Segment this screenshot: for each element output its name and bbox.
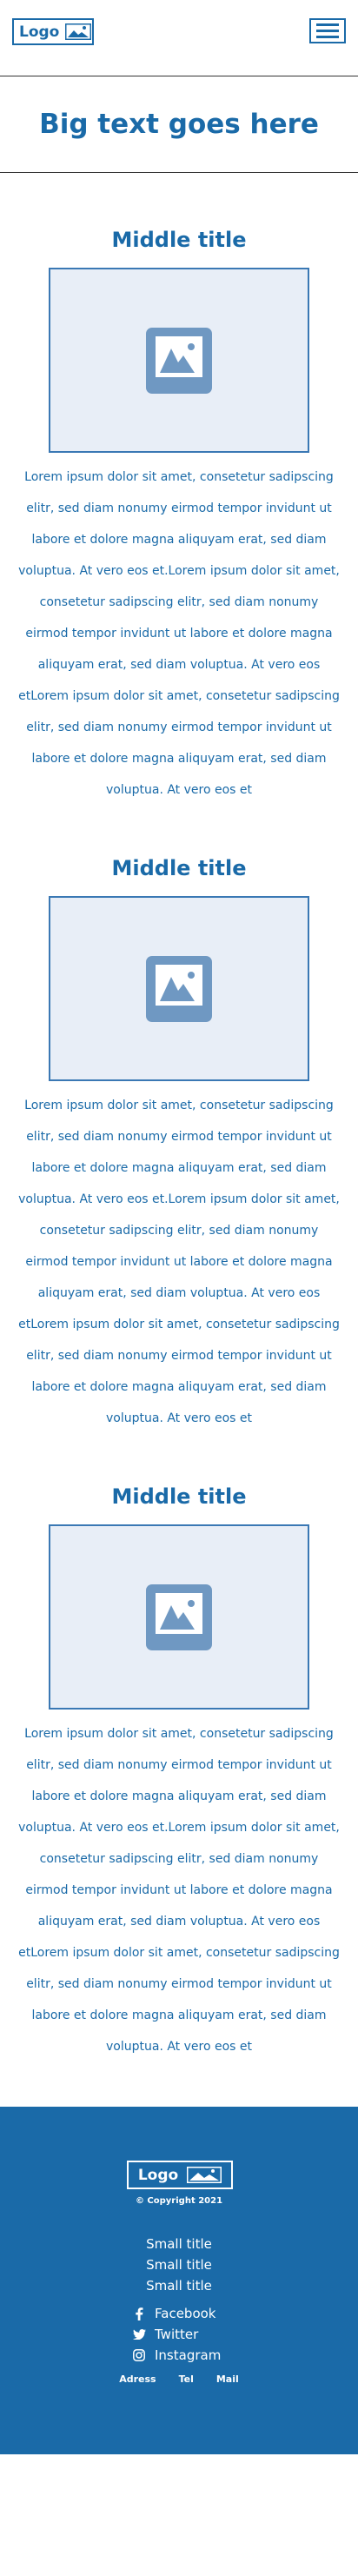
instagram-icon [132,2349,146,2361]
header-logo[interactable]: Logo [12,18,94,45]
footer-small-title[interactable]: Small title [0,2254,358,2275]
section-paragraph: Lorem ipsum dolor sit amet, consetetur s… [18,470,340,797]
copyright-text: © Copyright 2021 [135,2196,223,2206]
social-label: Facebook [155,2306,216,2321]
content-section-1: Middle title Lorem ipsum dolor sit amet,… [0,228,358,806]
social-link-instagram[interactable]: Instagram [132,2345,221,2366]
footer-logo-text: Logo [137,2166,179,2184]
social-label: Instagram [155,2347,222,2363]
twitter-icon [132,2329,146,2340]
facebook-icon [132,2307,146,2320]
social-label: Twitter [155,2327,199,2342]
section-title: Middle title [111,1484,247,1509]
footer-small-titles: Small title Small title Small title [0,2234,358,2296]
footer-link-tel[interactable]: Tel [179,2374,194,2385]
image-placeholder-icon [146,1583,212,1650]
hero-title: Big text goes here [39,109,319,140]
footer-logo[interactable]: Logo [127,2161,233,2189]
image-placeholder-icon [146,955,212,1022]
social-link-facebook[interactable]: Facebook [132,2303,221,2324]
content-section-2: Middle title Lorem ipsum dolor sit amet,… [0,856,358,1434]
hamburger-menu-icon[interactable] [309,18,346,43]
footer-link-mail[interactable]: Mail [216,2374,239,2385]
footer-small-title[interactable]: Small title [0,2275,358,2296]
footer: Logo © Copyright 2021 Small title Small … [0,2107,358,2454]
image-placeholder-icon [146,327,212,394]
logo-image-icon [187,2167,222,2183]
logo-image-icon [65,23,92,40]
section-title: Middle title [111,228,247,252]
section-image [49,896,309,1081]
logo-text: Logo [19,23,60,41]
section-image [49,268,309,453]
social-link-twitter[interactable]: Twitter [132,2324,221,2345]
section-title: Middle title [111,856,247,880]
hero-banner: Big text goes here [0,76,358,173]
content-section-3: Middle title Lorem ipsum dolor sit amet,… [0,1484,358,2062]
footer-bottom-links: Adress Tel Mail [0,2374,358,2385]
section-paragraph: Lorem ipsum dolor sit amet, consetetur s… [18,1727,340,2054]
social-links: Facebook Twitter Instagram [132,2303,221,2366]
section-paragraph: Lorem ipsum dolor sit amet, consetetur s… [18,1099,340,1425]
footer-link-address[interactable]: Adress [119,2374,156,2385]
header: Logo [0,0,358,61]
footer-small-title[interactable]: Small title [0,2234,358,2254]
section-image [49,1524,309,1710]
